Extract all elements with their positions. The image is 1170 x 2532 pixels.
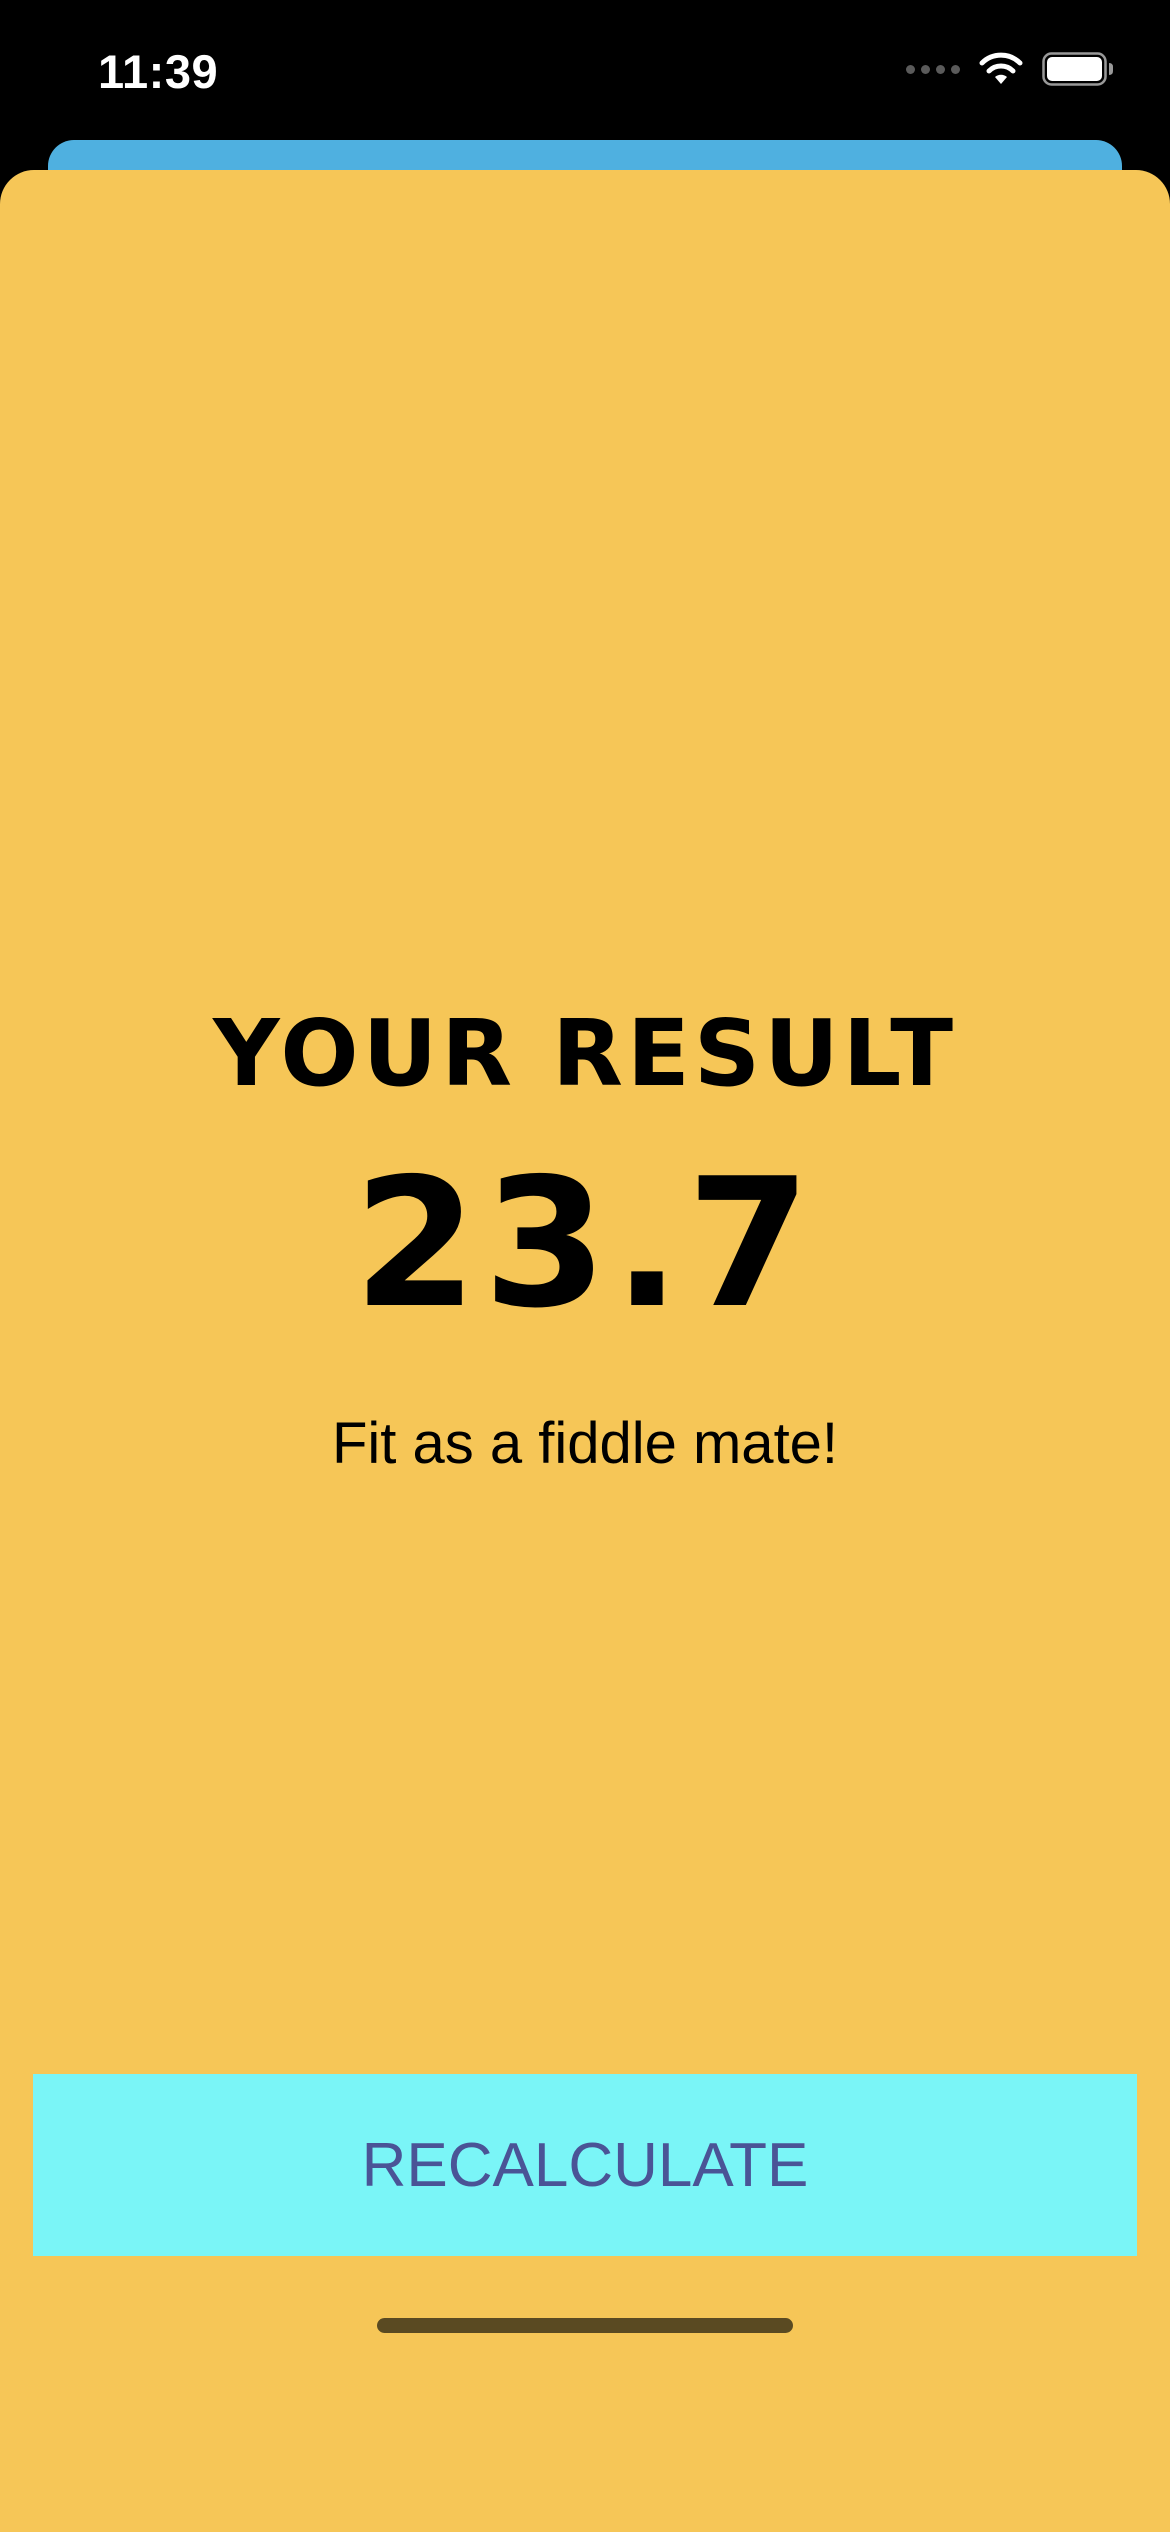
result-title: YOUR RESULT [213, 1000, 957, 1107]
screen: 11:39 YOUR RESULT 23.7 Fit as a fiddle m… [0, 0, 1170, 2532]
result-value: 23.7 [353, 1140, 817, 1347]
status-time: 11:39 [98, 45, 219, 98]
cellular-signal-icon [906, 64, 960, 74]
status-bar: 11:39 [0, 0, 1170, 140]
result-advice: Fit as a fiddle mate! [331, 1411, 839, 1476]
status-icons [906, 52, 1114, 86]
wifi-icon [979, 52, 1023, 84]
battery-icon [1042, 52, 1113, 86]
home-indicator[interactable] [377, 2318, 793, 2333]
recalculate-button[interactable]: RECALCULATE [33, 2074, 1137, 2256]
